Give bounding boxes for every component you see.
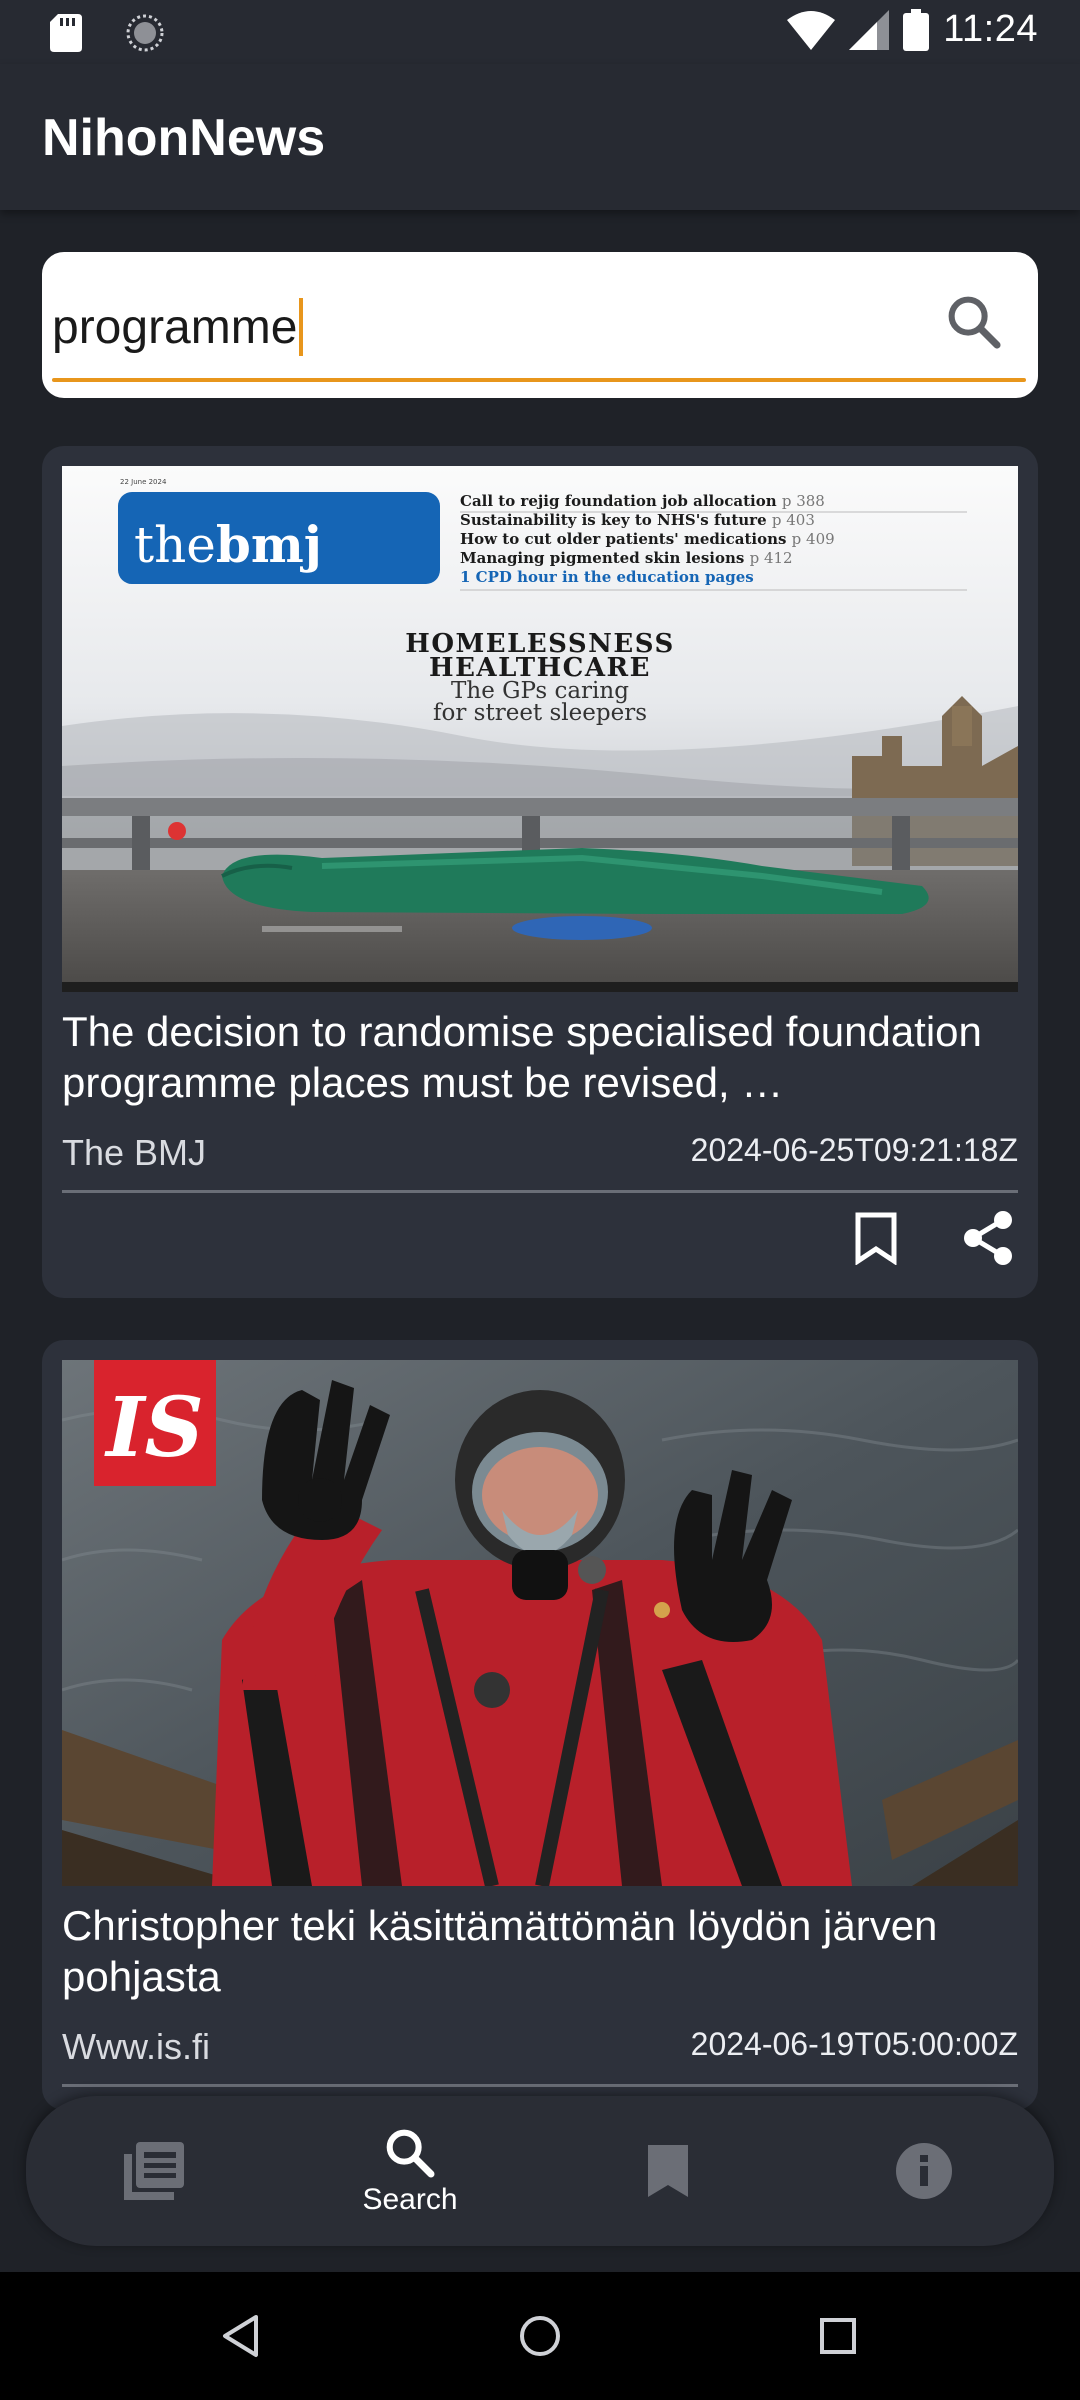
card-divider [62,2084,1018,2087]
nav-item-search[interactable]: Search [310,2096,510,2246]
search-submit-button[interactable] [942,290,1008,356]
status-left-icons [50,14,164,52]
nav-item-news[interactable] [54,2096,254,2246]
card-actions [846,1208,1018,1268]
share-icon [964,1211,1012,1265]
home-circle-icon [520,2316,560,2356]
bmj-masthead: thebmj [134,515,322,574]
article-source: The BMJ [62,1132,207,1173]
article-title[interactable]: Christopher teki käsittämättömän löydön … [62,1900,1018,2002]
bmj-issue-line: 22 June 2024 [120,478,167,486]
bottom-nav: Search [26,2096,1054,2246]
signal-icon [849,9,890,50]
system-home-button[interactable] [510,2306,570,2366]
article-image: thebmj 22 June 2024 Call to rejig founda… [62,466,1018,992]
search-input[interactable]: programme [52,292,952,362]
nav-item-bookmarks[interactable] [568,2096,768,2246]
search-box[interactable]: programme [42,252,1038,398]
system-back-button[interactable] [210,2306,270,2366]
bookmark-icon [648,2145,688,2197]
system-recents-button[interactable] [808,2306,868,2366]
status-bar: 11:24 [0,0,1080,64]
status-time: 11:24 [943,8,1038,50]
recents-square-icon [820,2318,856,2354]
article-card[interactable]: thebmj 22 June 2024 Call to rejig founda… [42,446,1038,1298]
svg-text:How to cut older patients' med: How to cut older patients' medications p… [460,530,835,548]
article-image: IS [62,1360,1018,1886]
wifi-icon [787,10,836,50]
app-bar: NihonNews [0,64,1080,210]
search-icon [948,296,1001,349]
sync-icon [126,14,164,52]
search-input-value: programme [52,300,298,354]
text-caret [299,298,304,356]
article-title[interactable]: The decision to randomise specialised fo… [62,1006,1018,1108]
svg-text:1 CPD hour in the education pa: 1 CPD hour in the education pages [460,568,754,586]
diver-photo-image: IS [62,1360,1018,1886]
search-underline [52,378,1026,382]
status-right-icons: 11:24 [787,8,1038,51]
system-nav-bar [0,2272,1080,2400]
share-button[interactable] [958,1208,1018,1268]
battery-icon [903,8,930,51]
svg-text:Call to rejig foundation job a: Call to rejig foundation job allocation … [460,492,825,510]
bookmark-icon [855,1212,897,1265]
bookmark-button[interactable] [846,1208,906,1268]
newspaper-icon [124,2142,184,2200]
svg-text:Managing pigmented skin lesion: Managing pigmented skin lesions p 412 [460,549,793,567]
card-divider [62,1190,1018,1193]
is-logo: IS [104,1380,204,1476]
article-date: 2024-06-25T09:21:18Z [690,1132,1018,1168]
search-icon [386,2129,435,2178]
info-icon [896,2143,952,2199]
back-triangle-icon [223,2315,258,2357]
article-source: Www.is.fi [62,2026,210,2067]
svg-text:Sustainability is key to NHS's: Sustainability is key to NHS's future p … [460,511,815,529]
article-card[interactable]: IS Christopher teki käsittämättömän löyd… [42,1340,1038,2110]
nav-label-search: Search [362,2183,458,2216]
bmj-cover-image: thebmj 22 June 2024 Call to rejig founda… [62,466,1018,992]
cover-subhead-2: for street sleepers [433,700,647,726]
app-title: NihonNews [42,109,326,167]
screen: 11:24 NihonNews programme thebmj 22 June… [0,0,1080,2400]
sd-card-icon [50,14,82,52]
article-date: 2024-06-19T05:00:00Z [690,2026,1018,2062]
nav-item-info[interactable] [824,2096,1024,2246]
